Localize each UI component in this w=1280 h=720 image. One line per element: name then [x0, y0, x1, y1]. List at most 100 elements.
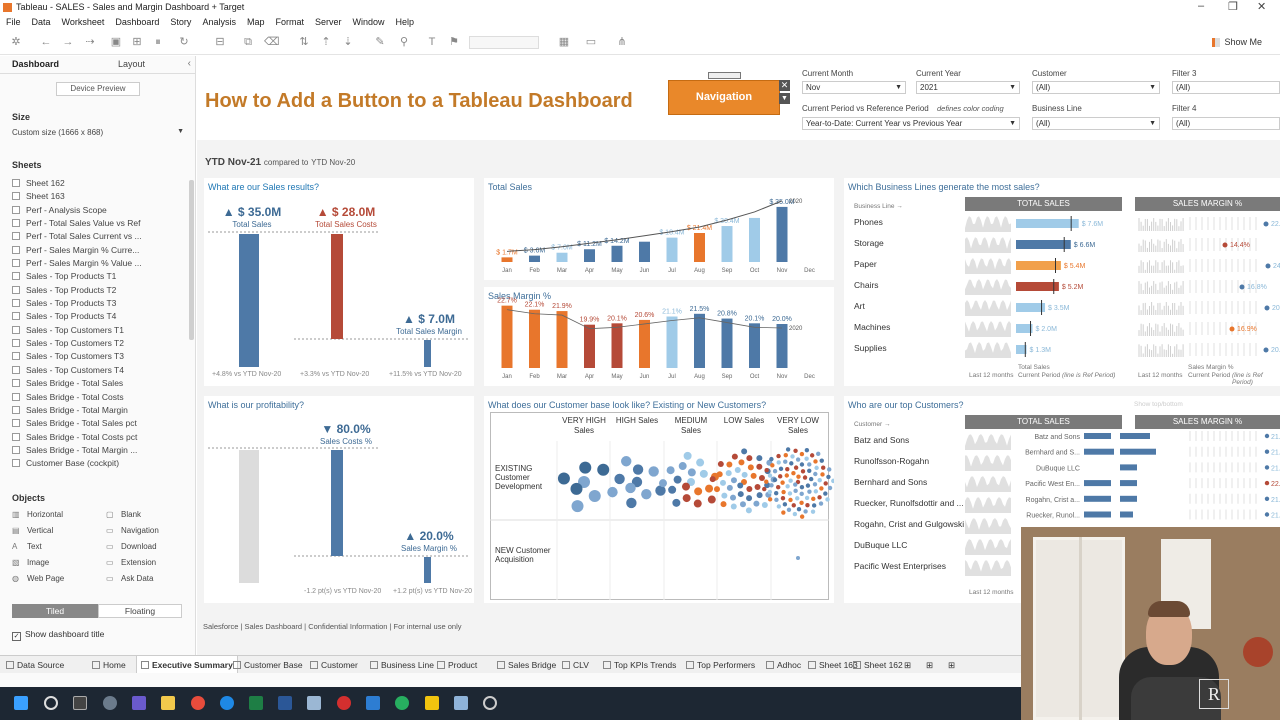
undo-icon[interactable]: ←: [40, 36, 52, 48]
customer-bubble[interactable]: [726, 484, 733, 491]
sales-bar[interactable]: [694, 233, 705, 262]
tab-clv[interactable]: CLV: [562, 656, 589, 674]
duplicate-icon[interactable]: ⧉: [242, 36, 254, 48]
customer-bubble[interactable]: [791, 503, 796, 508]
customer-bubble[interactable]: [557, 472, 570, 485]
margin-dot[interactable]: [1265, 263, 1271, 269]
margin-dot[interactable]: [1264, 480, 1270, 486]
margin-bar[interactable]: [639, 319, 650, 368]
customer-bubble[interactable]: [820, 472, 825, 477]
object-ask-data[interactable]: ▭ Ask Data: [106, 574, 153, 583]
customer-bubble[interactable]: [730, 503, 737, 510]
sales-margin-panel[interactable]: Sales Margin % 22.7% Jan 22.1% Feb 21.9% Mar 1…: [484, 287, 834, 386]
customer-bubble[interactable]: [781, 489, 786, 495]
customer-bubble[interactable]: [800, 469, 806, 474]
sales-bar[interactable]: [666, 237, 678, 262]
margin-dot[interactable]: [1264, 305, 1270, 311]
business-line-sales-bar[interactable]: [1016, 240, 1071, 249]
customer-bubble[interactable]: [588, 490, 601, 503]
customer-bubble[interactable]: [571, 500, 584, 513]
refresh-icon[interactable]: ↻: [178, 36, 190, 48]
swap-icon[interactable]: ⇅: [298, 36, 310, 48]
customer-bubble[interactable]: [746, 486, 753, 493]
sort-desc-icon[interactable]: ⇣: [342, 36, 354, 48]
customer-name[interactable]: Bernhard and Sons: [854, 477, 927, 487]
highlight-icon[interactable]: ✎: [374, 36, 386, 48]
margin-dot[interactable]: [1264, 449, 1270, 454]
margin-dot[interactable]: [1264, 496, 1270, 501]
replay-icon[interactable]: ⇢: [84, 36, 96, 48]
customer-bubble[interactable]: [827, 485, 833, 491]
customer-name[interactable]: Ruecker, Runolfsdottir and ...: [854, 498, 964, 508]
customer-bubble[interactable]: [770, 463, 775, 468]
teams-icon[interactable]: [132, 696, 146, 710]
customer-bubble[interactable]: [693, 499, 702, 508]
customer-bubble[interactable]: [805, 483, 811, 488]
customer-name[interactable]: Runolfsson-Rogahn: [854, 456, 929, 466]
sheet-item[interactable]: Perf - Total Sales Current vs ...: [12, 231, 188, 244]
sales-bar[interactable]: [584, 249, 595, 262]
customer-bubble[interactable]: [579, 461, 592, 474]
customer-bubble[interactable]: [796, 507, 802, 512]
margin-dot[interactable]: [1229, 326, 1235, 332]
size-dropdown[interactable]: Custom size (1666 x 868) ▼: [12, 128, 186, 137]
sheet-item[interactable]: Perf - Analysis Scope: [12, 205, 188, 218]
customer-bubble[interactable]: [810, 509, 816, 514]
new-datasource-icon[interactable]: ⊞: [131, 36, 143, 48]
tab-adhoc[interactable]: Adhoc: [766, 656, 801, 674]
customer-bubble[interactable]: [783, 453, 788, 458]
customer-bubble[interactable]: [823, 481, 828, 486]
object-text[interactable]: A Text: [12, 542, 42, 551]
customer-bubble[interactable]: [741, 448, 748, 455]
customer-bubble[interactable]: [716, 471, 723, 478]
restore-icon[interactable]: ❐: [1228, 0, 1238, 13]
customer-sales-bar[interactable]: [1084, 480, 1111, 487]
customer-sales-bar[interactable]: [1120, 448, 1156, 455]
customer-bubble[interactable]: [681, 482, 690, 491]
customer-sales-bar[interactable]: [1084, 495, 1111, 502]
customer-bubble[interactable]: [777, 474, 783, 479]
customer-sales-bar[interactable]: [1120, 480, 1137, 487]
customer-bubble[interactable]: [827, 467, 832, 472]
customer-bubble[interactable]: [705, 484, 714, 493]
customer-bubble[interactable]: [811, 496, 816, 502]
new-worksheet-tab-icon[interactable]: ⊞: [904, 656, 911, 674]
customer-bubble[interactable]: [785, 484, 790, 489]
sheet-item[interactable]: Perf - Sales Margin % Value ...: [12, 258, 188, 271]
excel-icon[interactable]: [249, 696, 263, 710]
tab-data-source[interactable]: Data Source: [6, 656, 64, 674]
menu-window[interactable]: Window: [353, 15, 385, 30]
customer-bubble[interactable]: [709, 476, 716, 483]
customer-bubble[interactable]: [626, 497, 637, 509]
business-line-select[interactable]: (All) ▼: [1032, 117, 1160, 130]
customer-bubble[interactable]: [831, 478, 834, 484]
customer-bubble[interactable]: [614, 473, 625, 485]
customer-bubble[interactable]: [807, 468, 812, 474]
customer-bubble[interactable]: [570, 482, 583, 495]
tab-customer[interactable]: Customer: [310, 656, 358, 674]
object-download[interactable]: ▭ Download: [106, 542, 157, 551]
sales-bar[interactable]: [529, 255, 540, 262]
customer-filter-select[interactable]: (All) ▼: [1032, 81, 1160, 94]
customer-bubble[interactable]: [825, 497, 830, 502]
word-icon[interactable]: [278, 696, 292, 710]
customer-bubble[interactable]: [682, 494, 691, 503]
minimize-icon[interactable]: –: [1198, 0, 1204, 12]
sheet-item[interactable]: Sheet 162: [12, 178, 188, 191]
customer-sales-bar[interactable]: [1120, 495, 1137, 502]
move-handle-icon[interactable]: [708, 72, 741, 79]
current-month-select[interactable]: Nov ▼: [802, 81, 906, 94]
customer-bubble[interactable]: [813, 471, 818, 477]
margin-dot[interactable]: [1263, 221, 1269, 227]
customer-bubble[interactable]: [769, 456, 774, 462]
sheet-item[interactable]: Sales - Top Customers T1: [12, 325, 188, 338]
customer-bubble[interactable]: [773, 490, 779, 496]
margin-dot[interactable]: [1264, 465, 1270, 470]
customer-bubble[interactable]: [799, 500, 804, 506]
margin-bar[interactable]: [611, 323, 623, 368]
customer-bubble[interactable]: [772, 468, 778, 474]
customer-bubble[interactable]: [739, 501, 746, 508]
customer-bubble[interactable]: [792, 511, 798, 517]
customer-bubble[interactable]: [817, 495, 822, 500]
bridge-bar-margin[interactable]: [424, 340, 431, 367]
